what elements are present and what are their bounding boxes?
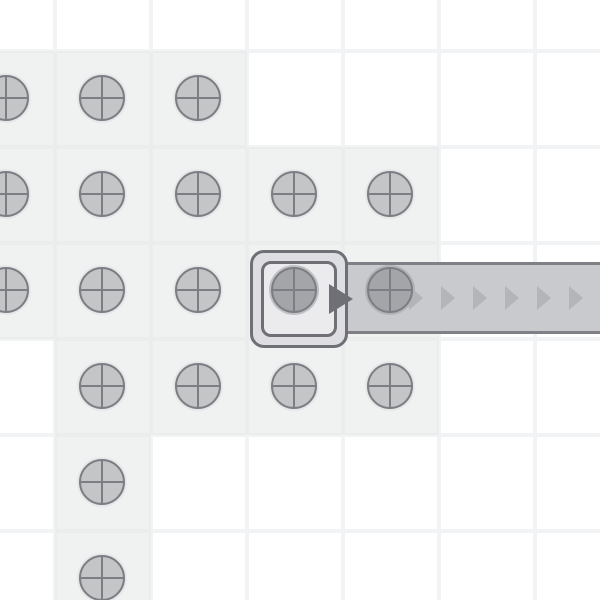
board-tile-empty[interactable] <box>247 531 343 600</box>
board-tile-empty[interactable] <box>0 339 55 435</box>
board-tile-empty[interactable] <box>439 0 535 51</box>
board-tile-empty[interactable] <box>535 51 600 147</box>
board-tile-empty[interactable] <box>439 51 535 147</box>
chevron-right-icon <box>569 286 583 310</box>
board-tile-empty[interactable] <box>247 435 343 531</box>
crosshair-stud-icon[interactable] <box>77 265 127 315</box>
board-tile-empty[interactable] <box>247 51 343 147</box>
crosshair-stud-icon[interactable] <box>77 457 127 507</box>
chevron-right-icon <box>537 286 551 310</box>
board-tile-empty[interactable] <box>151 0 247 51</box>
chevron-right-icon <box>441 286 455 310</box>
board-tile-empty[interactable] <box>343 531 439 600</box>
board-tile-empty[interactable] <box>247 0 343 51</box>
board-tile-empty[interactable] <box>535 0 600 51</box>
crosshair-stud-icon[interactable] <box>77 553 127 600</box>
crosshair-stud-icon[interactable] <box>365 169 415 219</box>
board-tile-empty[interactable] <box>535 435 600 531</box>
crosshair-stud-icon[interactable] <box>173 265 223 315</box>
board-tile-empty[interactable] <box>0 531 55 600</box>
chevron-right-icon <box>473 286 487 310</box>
crosshair-stud-icon[interactable] <box>173 361 223 411</box>
crosshair-stud-icon[interactable] <box>173 169 223 219</box>
board-tile-empty[interactable] <box>439 339 535 435</box>
crosshair-stud-icon[interactable] <box>0 73 31 123</box>
board-tile-empty[interactable] <box>535 339 600 435</box>
crosshair-stud-icon[interactable] <box>173 73 223 123</box>
crosshair-stud-icon[interactable] <box>77 169 127 219</box>
play-triangle-icon[interactable] <box>329 284 353 314</box>
board-tile-empty[interactable] <box>0 435 55 531</box>
board-tile-empty[interactable] <box>439 147 535 243</box>
crosshair-stud-icon[interactable] <box>269 169 319 219</box>
board-tile-empty[interactable] <box>0 0 55 51</box>
crosshair-stud-icon[interactable] <box>77 361 127 411</box>
crosshair-stud-icon[interactable] <box>77 73 127 123</box>
board-tile-empty[interactable] <box>439 531 535 600</box>
game-board <box>0 0 600 600</box>
board-tile-empty[interactable] <box>151 531 247 600</box>
board-tile-empty[interactable] <box>55 0 151 51</box>
board-tile-empty[interactable] <box>343 435 439 531</box>
crosshair-stud-icon[interactable] <box>269 265 319 315</box>
crosshair-stud-icon[interactable] <box>365 361 415 411</box>
crosshair-stud-icon[interactable] <box>365 265 415 315</box>
crosshair-stud-icon[interactable] <box>0 265 31 315</box>
board-tile-empty[interactable] <box>535 531 600 600</box>
board-tile-empty[interactable] <box>439 435 535 531</box>
crosshair-stud-icon[interactable] <box>0 169 31 219</box>
board-tile-empty[interactable] <box>535 147 600 243</box>
chevron-right-icon <box>505 286 519 310</box>
board-tile-empty[interactable] <box>151 435 247 531</box>
crosshair-stud-icon[interactable] <box>269 361 319 411</box>
board-tile-empty[interactable] <box>343 51 439 147</box>
board-tile-empty[interactable] <box>343 0 439 51</box>
